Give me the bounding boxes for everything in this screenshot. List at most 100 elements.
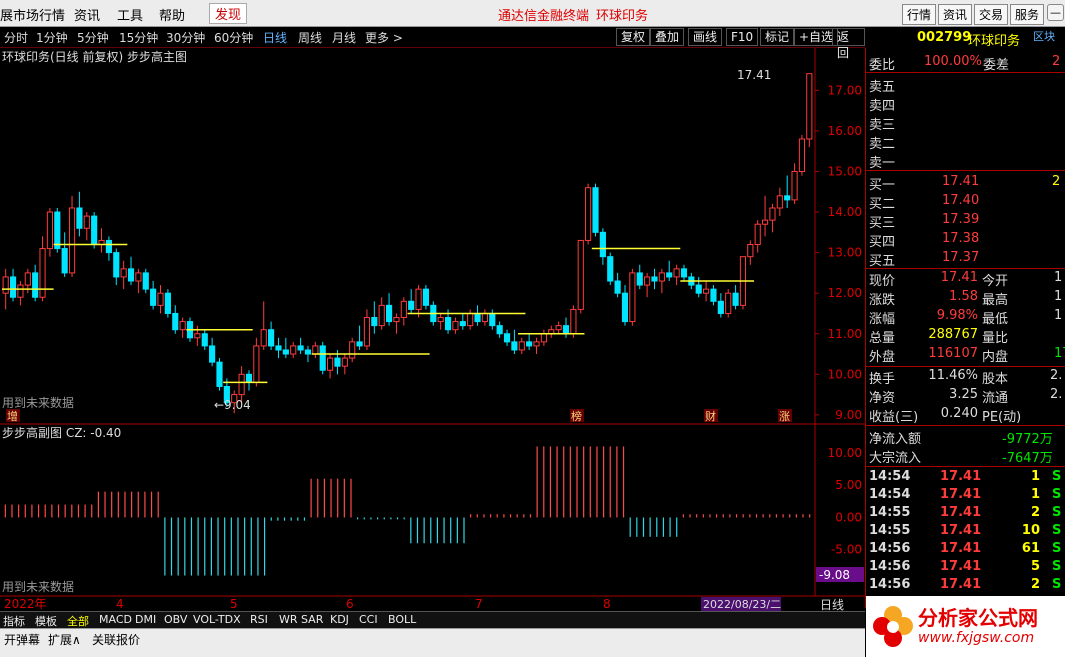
stat-label: 涨幅 [869,312,896,327]
candle-body [717,300,724,314]
candle-body [754,223,761,246]
period-15min[interactable]: 15分钟 [119,29,158,46]
period-more[interactable]: 更多 > [365,29,403,46]
btn-draw[interactable]: 画线 [688,28,723,46]
candle-body [54,211,61,250]
ask-level-label: 卖三 [869,118,896,133]
weibi-label: 委比 [869,58,896,73]
bid-price: 17.40 [942,193,980,208]
indicator-tab[interactable]: DMI [135,613,156,626]
period-30min[interactable]: 30分钟 [166,29,205,46]
period-week[interactable]: 周线 [298,29,322,46]
candle-body [68,207,76,274]
candle-body [474,312,481,323]
tick-side: S [1052,505,1062,520]
link-tdx-terminal[interactable]: 通达信金融终端 [498,5,589,24]
period-1min[interactable]: 1分钟 [36,29,68,46]
logo-watermark: 分析家公式网 www.fxjgsw.com [866,596,1065,657]
candle-body [607,256,614,282]
tick-price: 17.41 [940,487,982,502]
chart-area[interactable]: 17.00 16.00 15.00 14.00 13.00 12.00 11.00 10.00… [0,48,865,611]
period-month[interactable]: 月线 [332,29,356,46]
stat2-value2: 2. [1050,368,1063,383]
btn-info[interactable]: 资讯 [938,4,973,25]
btn-expand[interactable]: 扩展∧ [48,631,81,648]
logo-text: 分析家公式网 [918,606,1038,630]
tick-price: 17.41 [940,577,982,592]
main-chart-title: 环球印务(日线 前复权) 步步高主图 [2,50,187,64]
tick-side: S [1052,487,1062,502]
candle-body [105,239,112,254]
future-data-note: 用到未来数据 [2,395,74,410]
marker-label: 增 [7,409,18,423]
ask-level-label: 卖二 [869,137,896,152]
flow-value: -9772万 [1002,432,1053,447]
stat-label2: 量比 [982,331,1009,346]
x-axis-label: 7 [475,597,483,611]
btn-related-quote[interactable]: 关联报价 [92,631,140,648]
btn-f10[interactable]: F10 [726,28,759,46]
menu-tools[interactable]: 工具 [117,5,143,24]
indicator-tab[interactable]: 模板 [35,613,57,629]
candle-body [245,373,253,383]
minimize-icon[interactable]: — [1047,4,1064,21]
tick-price: 17.41 [940,559,982,574]
candle-body [651,276,658,282]
indicator-tab[interactable]: WR [279,613,298,626]
btn-fuquan[interactable]: 复权 [616,28,651,46]
indicator-tab[interactable]: MACD [99,613,132,626]
period-day[interactable]: 日线 [263,29,287,46]
ask-level-label: 卖一 [869,156,896,171]
indicator-tab[interactable]: BOLL [388,613,416,626]
y-tick-label: 11.00 [828,327,862,341]
period-60min[interactable]: 60分钟 [214,29,253,46]
indicator-tab[interactable]: CCI [359,613,378,626]
indicator-tab[interactable]: KDJ [330,613,349,626]
link-stock-name[interactable]: 环球印务 [596,5,648,24]
menu-discover[interactable]: 发现 [209,3,248,24]
menu-market[interactable]: 展市场行情 [0,5,65,24]
candle-body [747,244,754,258]
candle-body [408,300,415,310]
candle-body [201,333,208,347]
menu-news[interactable]: 资讯 [74,5,100,24]
menu-help[interactable]: 帮助 [159,5,185,24]
indicator-tab[interactable]: OBV [164,613,187,626]
indicator-tab[interactable]: 全部 [67,613,89,629]
btn-overlay[interactable]: 叠加 [650,28,685,46]
candle-body [120,268,127,278]
btn-back[interactable]: 返回 [832,28,865,60]
stat-label: 涨跌 [869,293,896,308]
candle-body [209,345,216,363]
candlestick-series [2,73,813,414]
btn-trade[interactable]: 交易 [974,4,1009,25]
bid-level-label: 买三 [869,216,896,231]
candle-body [378,304,385,327]
period-5min[interactable]: 5分钟 [77,29,109,46]
indicator-tab[interactable]: RSI [250,613,268,626]
candle-body [127,268,135,282]
indicator-tab[interactable]: VOL-TDX [193,613,241,626]
btn-mark[interactable]: 标记 [760,28,795,46]
indicator-tab[interactable]: 指标 [3,613,25,629]
candle-body [422,288,430,306]
candle-body [725,292,732,314]
candle-body [459,321,466,327]
btn-service[interactable]: 服务 [1010,4,1045,25]
sub-current-value: -9.08 [819,568,850,582]
indicator-tab[interactable]: SAR [301,613,323,626]
period-tick[interactable]: 分时 [4,29,28,46]
candle-body [312,345,319,355]
candle-body [533,341,540,347]
candle-body [113,252,120,278]
weibi-value: 100.00% [924,54,982,69]
stat-label2: 今开 [982,274,1009,289]
candle-body [371,317,378,327]
btn-danmaku[interactable]: 开弹幕 [4,631,40,648]
divider [866,268,1065,269]
candle-body [415,288,422,310]
btn-quotes[interactable]: 行情 [902,4,937,25]
y-tick-label: 12.00 [828,286,862,300]
stock-tag[interactable]: 区块 [1033,28,1055,44]
candle-body [570,308,577,335]
